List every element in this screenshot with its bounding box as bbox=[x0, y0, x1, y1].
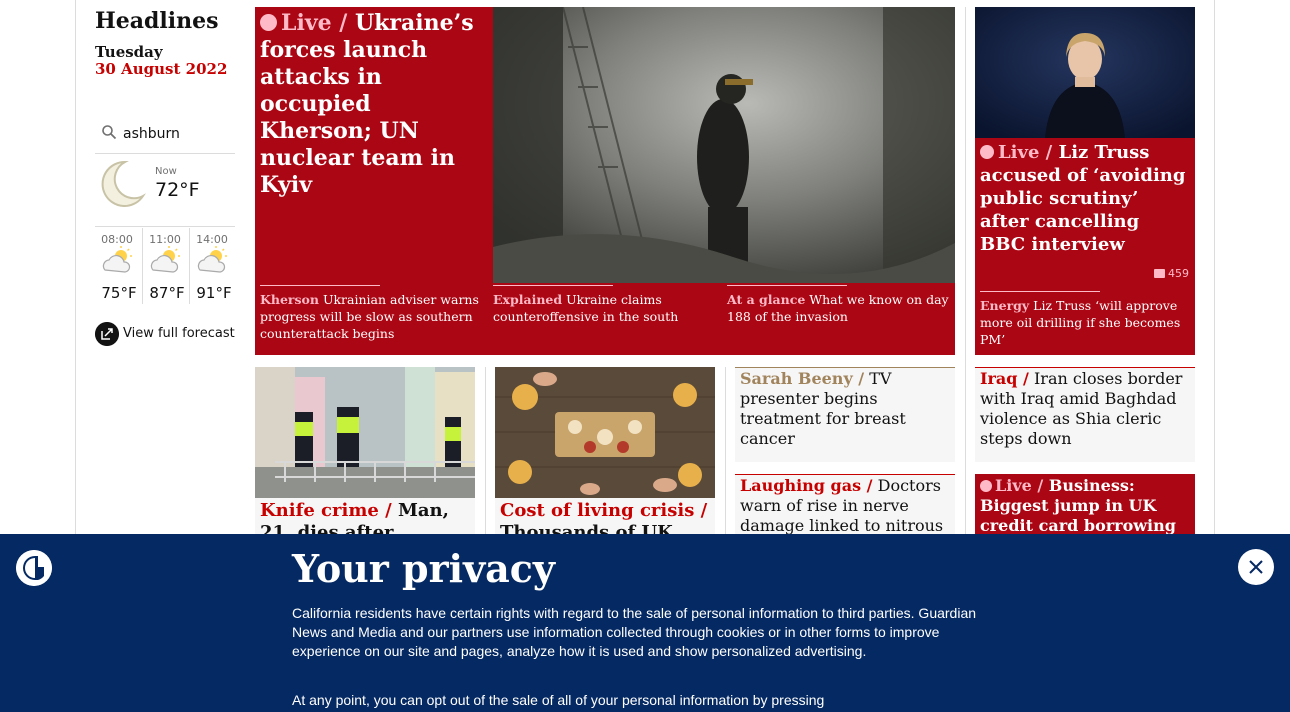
main-story-image[interactable] bbox=[493, 7, 955, 283]
weather-now-label: Now bbox=[155, 166, 177, 177]
sublink-kicker: Energy bbox=[980, 298, 1030, 313]
sun-cloud-icon bbox=[150, 246, 180, 273]
sublink-explained[interactable]: Explained Ukraine claims counteroffensiv… bbox=[493, 285, 718, 325]
privacy-text-secondary: At any point, you can opt out of the sal… bbox=[292, 692, 825, 708]
story-card-iraq[interactable]: Iraq / Iran closes border with Iraq amid… bbox=[975, 367, 1195, 462]
story-card-sarah-beeny[interactable]: Sarah Beeny / TV presenter begins treatm… bbox=[735, 367, 955, 462]
truss-story-card[interactable]: Live / Liz Truss accused of ‘avoiding pu… bbox=[975, 7, 1195, 355]
view-full-forecast-label[interactable]: View full forecast bbox=[123, 326, 235, 341]
sublink-kherson[interactable]: Kherson Ukrainian adviser warns progress… bbox=[260, 285, 485, 342]
guardian-logo-icon bbox=[16, 550, 52, 586]
weather-forecast: 08:00 75°F 11:00 87°F 14:00 91°F bbox=[95, 228, 235, 304]
live-indicator-icon bbox=[980, 145, 994, 159]
forecast-item: 14:00 91°F bbox=[189, 228, 235, 304]
main-story-headline[interactable]: Live / Ukraine’s forces launch attacks i… bbox=[260, 10, 490, 199]
truss-story-headline[interactable]: Live / Liz Truss accused of ‘avoiding pu… bbox=[980, 141, 1190, 256]
forecast-temp: 91°F bbox=[196, 284, 232, 302]
weather-now: Now 72°F bbox=[95, 155, 235, 227]
weather-now-temp: 72°F bbox=[155, 179, 200, 201]
truss-portrait-photo bbox=[975, 7, 1195, 138]
story-kicker: Knife crime / bbox=[260, 500, 392, 521]
main-story-card[interactable]: Live / Ukraine’s forces launch attacks i… bbox=[255, 7, 955, 355]
sun-cloud-icon bbox=[197, 246, 227, 273]
weather-location-search[interactable]: ashburn bbox=[95, 120, 235, 154]
privacy-close-button[interactable] bbox=[1238, 549, 1274, 585]
live-indicator-icon bbox=[980, 480, 992, 492]
police-street-photo bbox=[255, 367, 475, 498]
story-kicker: Sarah Beeny / bbox=[740, 369, 865, 388]
weather-location[interactable]: ashburn bbox=[123, 126, 180, 142]
date-full: 30 August 2022 bbox=[95, 60, 228, 78]
forecast-time: 08:00 bbox=[101, 233, 133, 246]
story-image[interactable] bbox=[495, 367, 715, 498]
story-kicker: Laughing gas / bbox=[740, 476, 873, 495]
search-icon bbox=[102, 125, 117, 140]
forecast-temp: 75°F bbox=[101, 284, 137, 302]
firefighter-smoke-photo bbox=[493, 7, 955, 283]
story-kicker: Live / bbox=[995, 476, 1044, 495]
truss-story-kicker: Live / bbox=[998, 142, 1053, 163]
forecast-time: 11:00 bbox=[149, 233, 181, 246]
privacy-text: California residents have certain rights… bbox=[292, 605, 977, 659]
pub-table-photo bbox=[495, 367, 715, 498]
sublink-at-a-glance[interactable]: At a glance What we know on day 188 of t… bbox=[727, 285, 949, 325]
live-indicator-icon bbox=[260, 14, 277, 31]
forecast-temp: 87°F bbox=[149, 284, 185, 302]
privacy-banner: Your privacy California residents have c… bbox=[0, 534, 1290, 712]
privacy-title: Your privacy bbox=[292, 546, 555, 591]
story-headline[interactable]: Sarah Beeny / TV presenter begins treatm… bbox=[740, 369, 952, 449]
main-story-headline-text[interactable]: Ukraine’s forces launch attacks in occup… bbox=[260, 10, 474, 198]
comment-icon bbox=[1154, 269, 1165, 278]
moon-icon bbox=[101, 160, 146, 207]
sublink-energy[interactable]: Energy Liz Truss ‘will approve more oil … bbox=[980, 291, 1190, 348]
date-day: Tuesday bbox=[95, 43, 163, 61]
story-headline[interactable]: Iraq / Iran closes border with Iraq amid… bbox=[980, 369, 1192, 449]
main-story-sublinks: Kherson Ukrainian adviser warns progress… bbox=[255, 283, 955, 355]
main-story-kicker: Live / bbox=[281, 10, 348, 36]
sublink-kicker: Explained bbox=[493, 292, 563, 307]
forecast-item: 08:00 75°F bbox=[95, 228, 141, 304]
view-full-forecast-link[interactable]: View full forecast bbox=[95, 322, 245, 346]
section-title: Headlines bbox=[95, 8, 219, 34]
sublink-kicker: Kherson bbox=[260, 292, 319, 307]
sublink-kicker: At a glance bbox=[727, 292, 806, 307]
comment-count[interactable]: 459 bbox=[1154, 267, 1189, 280]
external-link-icon bbox=[95, 322, 119, 346]
story-image[interactable] bbox=[255, 367, 475, 498]
sun-cloud-icon bbox=[102, 246, 132, 273]
forecast-time: 14:00 bbox=[196, 233, 228, 246]
comment-count-value: 459 bbox=[1168, 267, 1189, 280]
close-icon bbox=[1249, 560, 1263, 574]
story-kicker: Iraq / bbox=[980, 369, 1029, 388]
forecast-item: 11:00 87°F bbox=[142, 228, 188, 304]
truss-story-image[interactable] bbox=[975, 7, 1195, 138]
story-kicker: Cost of living crisis / bbox=[500, 500, 708, 521]
